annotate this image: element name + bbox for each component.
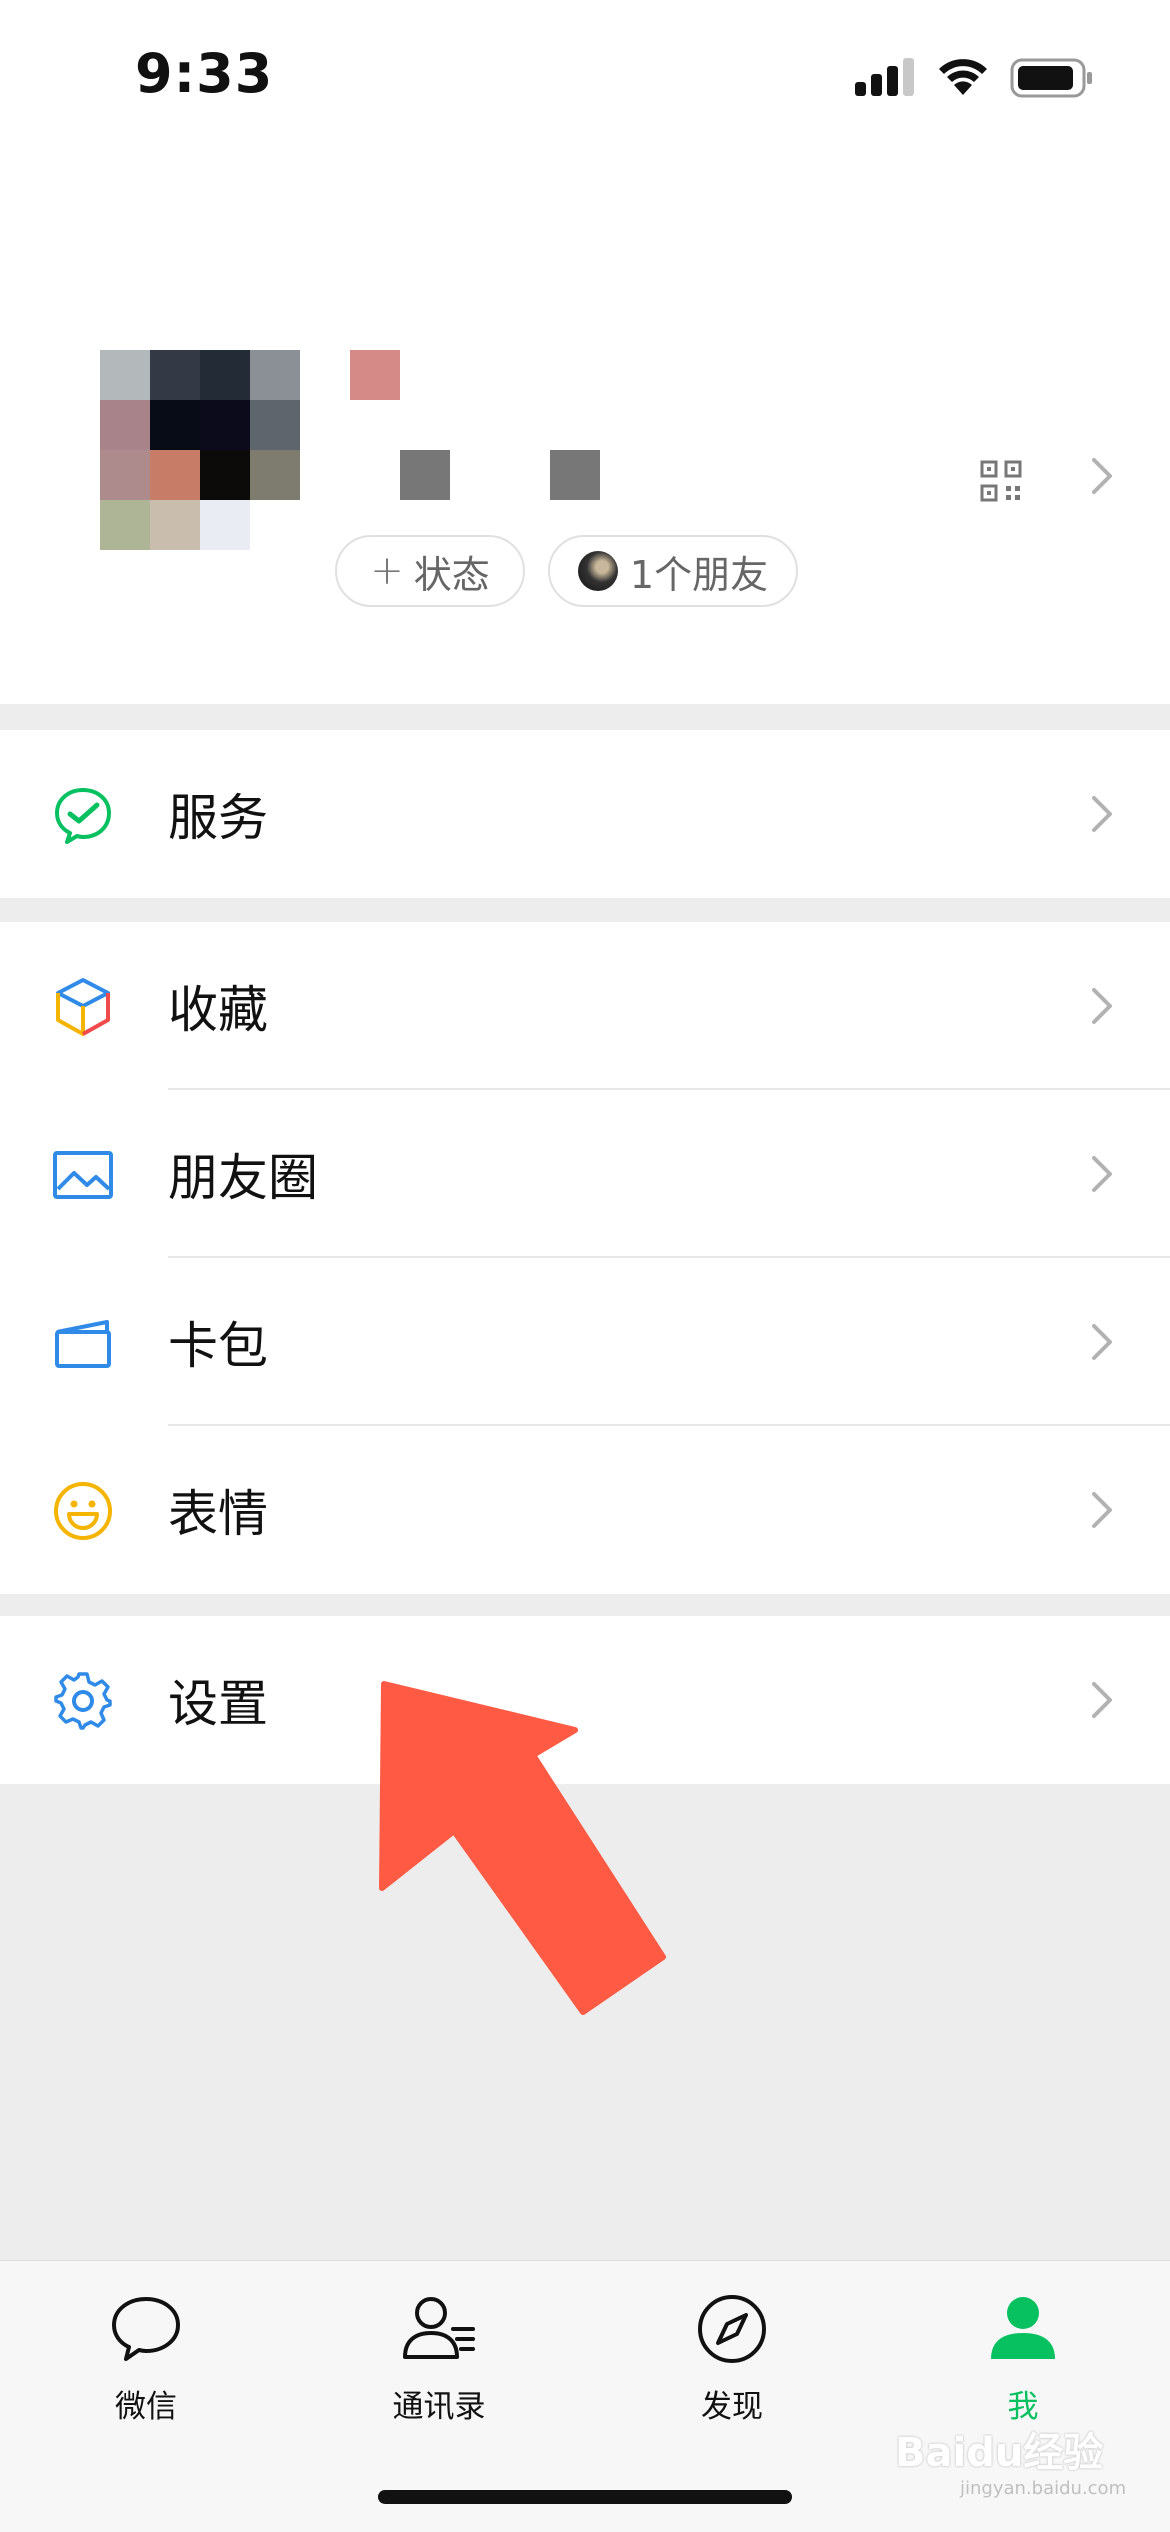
tab-label-chats: 微信 (115, 2389, 177, 2425)
menu-label-settings: 设置 (168, 1675, 268, 1733)
service-icon (55, 788, 111, 844)
avatar[interactable] (100, 350, 300, 550)
status-time: 9:33 (135, 42, 274, 105)
watermark: Baidu经验 (895, 2430, 1104, 2476)
cellular-signal-icon (855, 58, 914, 96)
tab-contacts[interactable]: 通讯录 (339, 2291, 539, 2441)
chat-bubble-icon (112, 2297, 180, 2361)
moments-picture-icon (53, 1151, 113, 1199)
status-chip[interactable]: + 状态 (335, 535, 525, 607)
qr-code-icon[interactable] (980, 460, 1022, 502)
plus-icon: + (370, 548, 404, 594)
chevron-right-icon (1092, 458, 1112, 494)
profile-header[interactable]: + 状态 1个朋友 (0, 150, 1170, 704)
tab-discover[interactable]: 发现 (632, 2291, 832, 2441)
menu-label-favorites: 收藏 (168, 981, 268, 1039)
smiley-icon (54, 1482, 112, 1540)
chevron-right-icon (1092, 1324, 1112, 1360)
tab-label-discover: 发现 (701, 2389, 763, 2425)
menu-group-main: 收藏 朋友圈 卡包 表情 (0, 922, 1170, 1594)
chevron-right-icon (1092, 1682, 1112, 1718)
wechat-id-redacted-2 (550, 450, 600, 500)
chevron-right-icon (1092, 1156, 1112, 1192)
person-icon (991, 2297, 1055, 2359)
friends-chip[interactable]: 1个朋友 (548, 535, 798, 607)
cards-wallet-icon (55, 1320, 111, 1368)
friend-avatar (577, 551, 618, 591)
gear-icon (54, 1672, 112, 1730)
status-bar: 9:33 (0, 0, 1170, 150)
menu-label-moments: 朋友圈 (168, 1149, 318, 1207)
nickname-redacted (350, 350, 400, 400)
tab-chats[interactable]: 微信 (46, 2291, 246, 2441)
chevron-right-icon (1092, 1492, 1112, 1528)
compass-icon (698, 2295, 766, 2363)
wifi-icon (939, 59, 987, 95)
status-chip-label: 状态 (413, 552, 490, 597)
watermark-url: jingyan.baidu.com (960, 2478, 1127, 2499)
menu-item-stickers[interactable]: 表情 (0, 1426, 1170, 1594)
chevron-right-icon (1092, 796, 1112, 832)
pointer-arrow-annotation (379, 1681, 666, 2015)
favorites-cube-icon (56, 978, 110, 1036)
chevron-right-icon (1092, 988, 1112, 1024)
menu-label-service: 服务 (168, 789, 268, 847)
tab-me[interactable]: 我 (923, 2291, 1123, 2441)
home-indicator[interactable] (378, 2490, 792, 2504)
menu-item-favorites[interactable]: 收藏 (0, 922, 1170, 1090)
menu-item-moments[interactable]: 朋友圈 (0, 1090, 1170, 1258)
menu-label-cards: 卡包 (168, 1317, 268, 1375)
battery-icon (1010, 58, 1092, 98)
contacts-icon (403, 2297, 475, 2359)
menu-label-stickers: 表情 (168, 1485, 268, 1543)
wechat-id-redacted-1 (400, 450, 450, 500)
menu-item-cards[interactable]: 卡包 (0, 1258, 1170, 1426)
tab-label-contacts: 通讯录 (392, 2389, 486, 2425)
menu-item-service[interactable]: 服务 (0, 730, 1170, 898)
menu-group-service: 服务 (0, 730, 1170, 898)
friends-chip-label: 1个朋友 (629, 552, 769, 597)
